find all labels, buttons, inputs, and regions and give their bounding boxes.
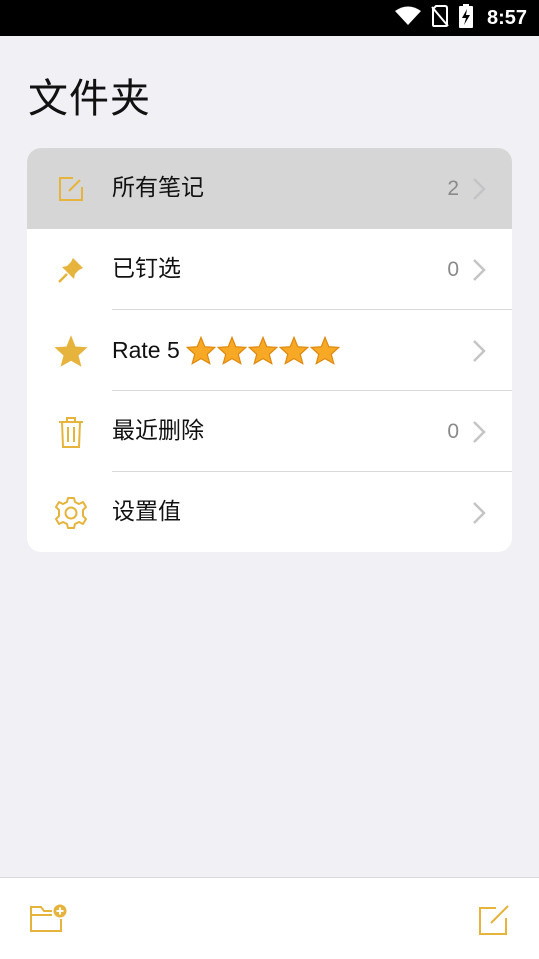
folder-row-rate-5[interactable]: Rate 5 xyxy=(27,310,512,391)
star-rating-icon xyxy=(278,336,309,365)
new-folder-icon[interactable] xyxy=(28,902,68,938)
folder-label: 设置值 xyxy=(112,499,181,525)
star-rating-icon xyxy=(185,336,216,365)
gear-icon xyxy=(53,495,89,531)
star-rating-icon xyxy=(309,336,340,365)
chevron-right-icon xyxy=(472,420,486,444)
five-stars xyxy=(185,336,340,365)
chevron-right-icon xyxy=(472,501,486,525)
wifi-icon xyxy=(394,6,421,30)
folder-label: Rate 5 xyxy=(112,337,180,363)
star-rating-icon xyxy=(247,336,278,365)
folder-label: 最近删除 xyxy=(112,418,204,444)
chevron-right-icon xyxy=(472,177,486,201)
star-rating-icon xyxy=(216,336,247,365)
no-sim-icon xyxy=(431,5,449,31)
bottom-toolbar xyxy=(0,877,539,959)
page-title: 文件夹 xyxy=(28,76,151,122)
folder-list: 所有笔记 2 已钉选 0 Rate 5 最近删除 0 设置值 xyxy=(27,148,512,552)
status-icons: 8:57 xyxy=(394,0,527,36)
chevron-right-icon xyxy=(472,258,486,282)
folder-row-all-notes[interactable]: 所有笔记 2 xyxy=(27,148,512,229)
folder-count: 2 xyxy=(447,177,459,200)
folder-row-pinned[interactable]: 已钉选 0 xyxy=(27,229,512,310)
status-bar: 8:57 xyxy=(0,0,539,36)
rate-label-group: Rate 5 xyxy=(112,310,340,391)
pin-icon xyxy=(53,252,89,288)
folder-count: 0 xyxy=(447,420,459,443)
trash-icon xyxy=(53,414,89,450)
battery-charging-icon xyxy=(458,4,473,32)
folder-label: 已钉选 xyxy=(112,256,181,282)
folder-row-recently-deleted[interactable]: 最近删除 0 xyxy=(27,391,512,472)
folder-label: 所有笔记 xyxy=(112,175,204,201)
status-time: 8:57 xyxy=(486,6,527,29)
folder-count: 0 xyxy=(447,258,459,281)
note-edit-icon xyxy=(53,171,89,207)
folder-row-settings[interactable]: 设置值 xyxy=(27,472,512,552)
compose-icon[interactable] xyxy=(476,902,516,938)
chevron-right-icon xyxy=(472,339,486,363)
star-icon xyxy=(53,333,89,369)
